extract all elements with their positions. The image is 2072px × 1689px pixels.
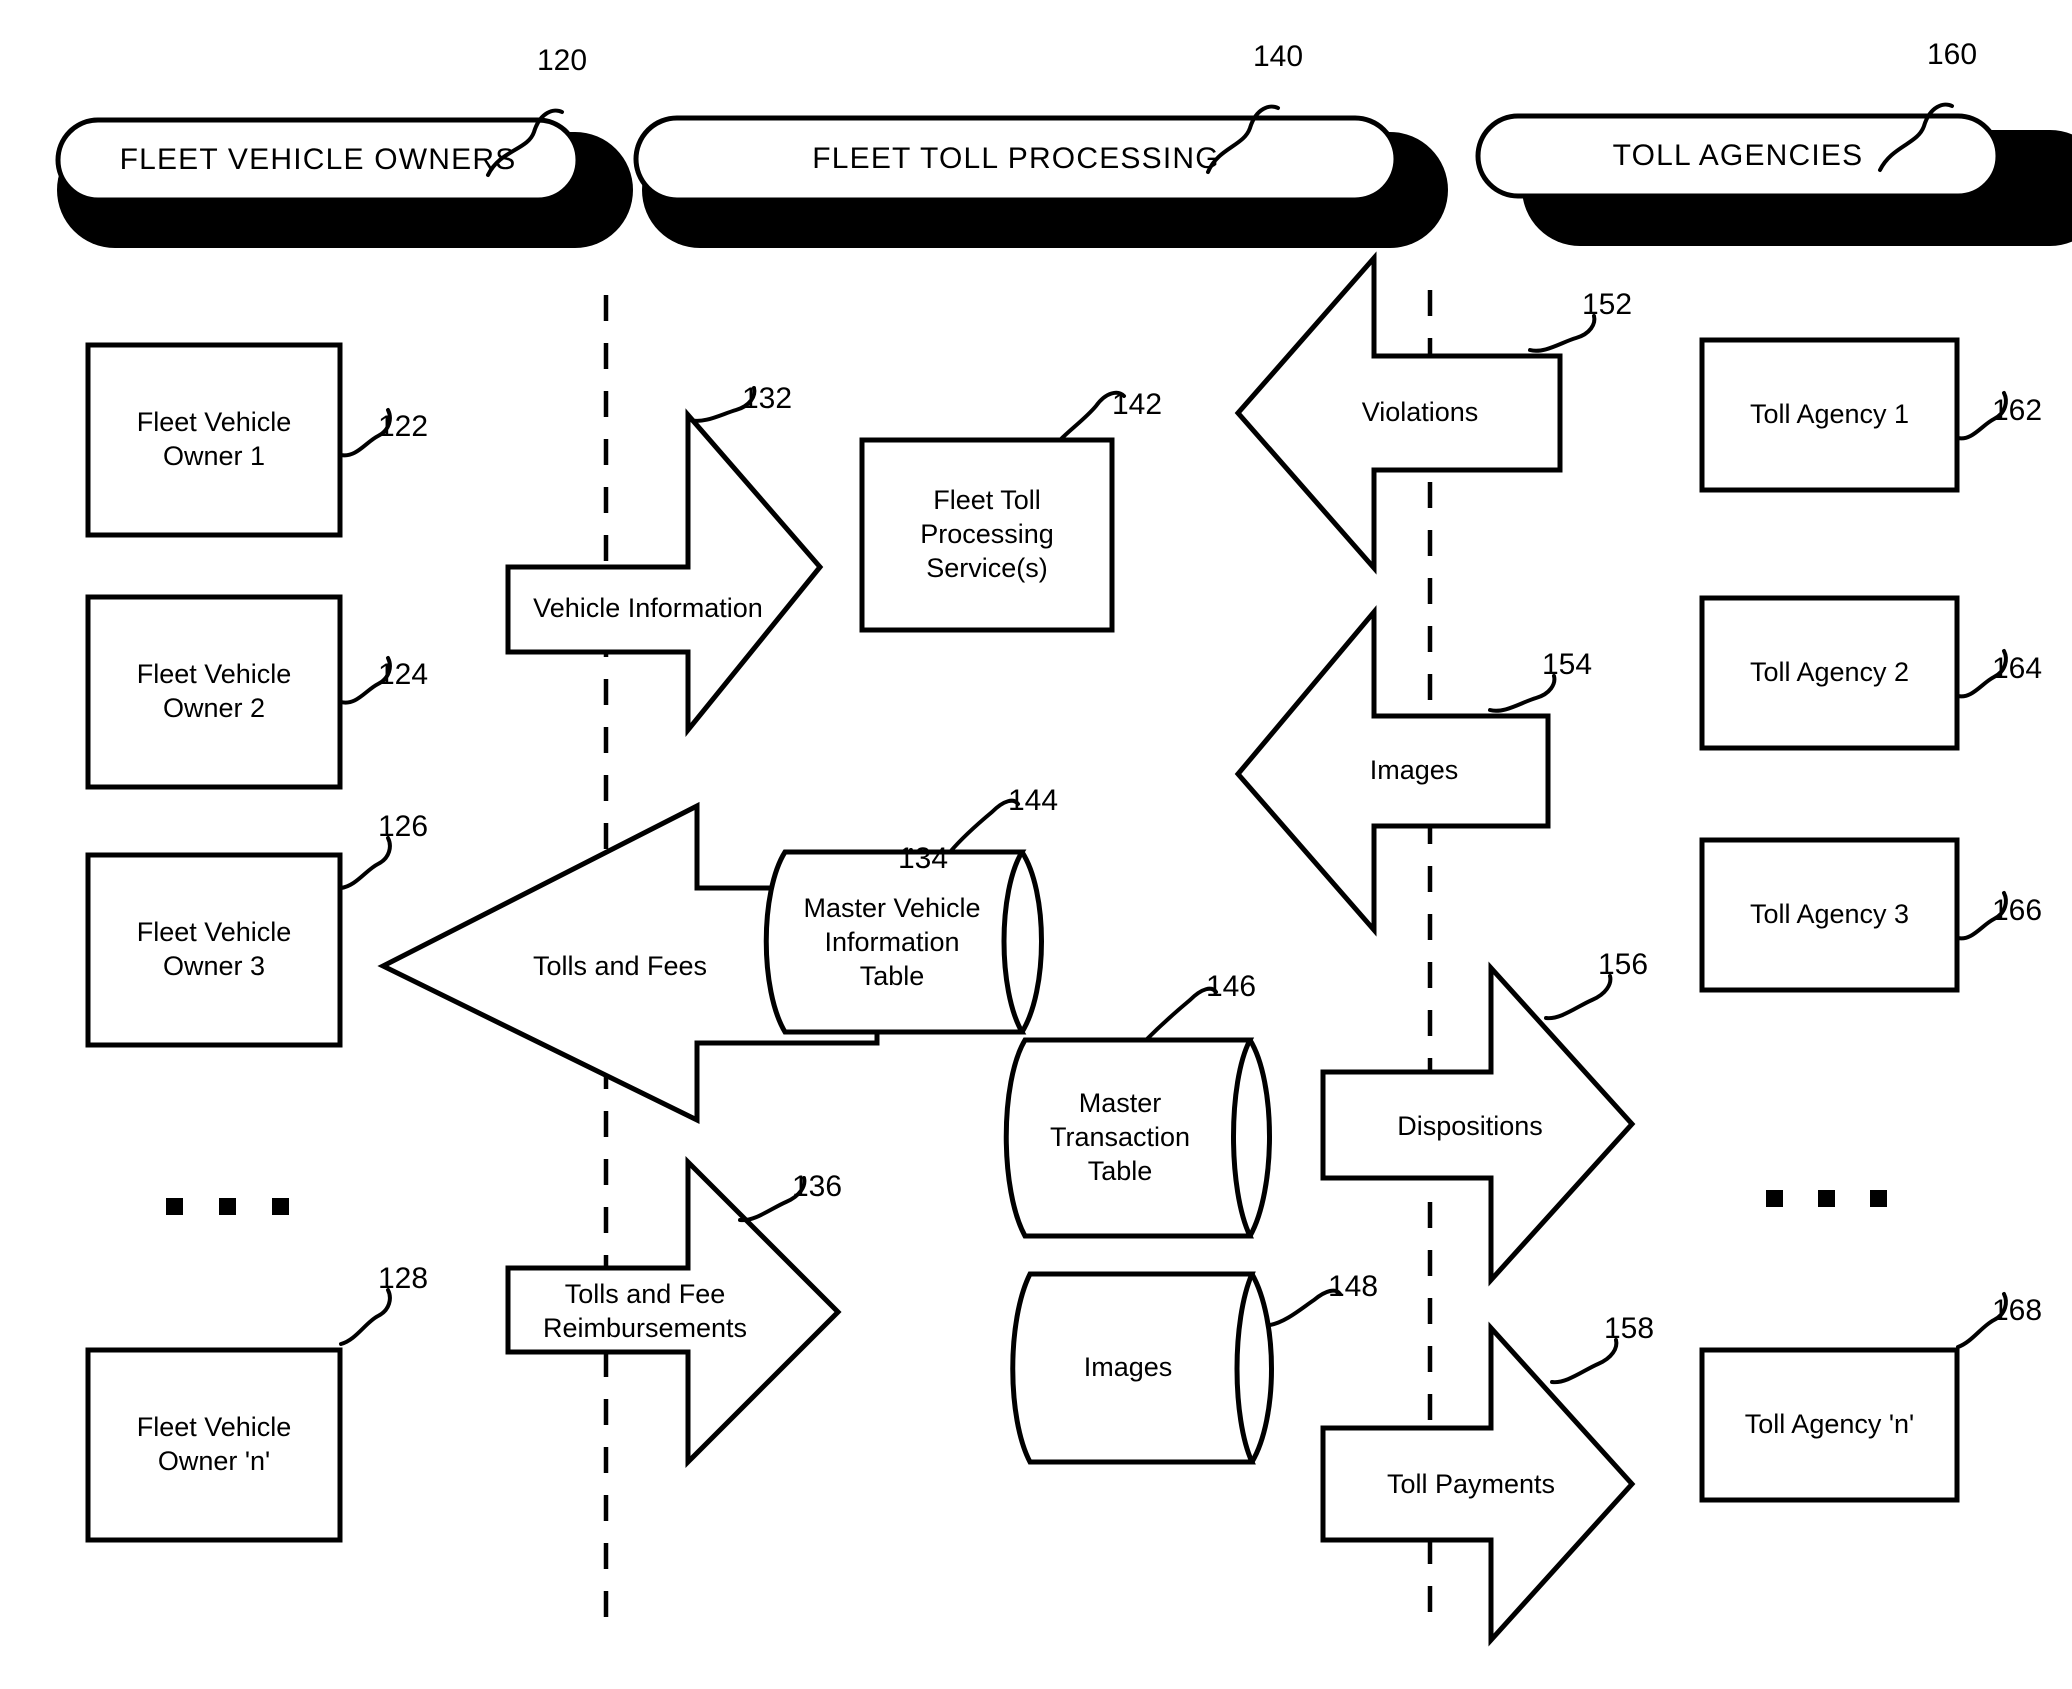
- diagram-vector-layer: [55, 102, 2072, 1647]
- arrow-toll-payments: [1320, 1321, 1636, 1647]
- owner-box-1: [85, 342, 343, 538]
- datastore-master-transaction: [1003, 1037, 1272, 1239]
- agency-box-n: [1699, 1347, 1960, 1503]
- agency-box-2: [1699, 595, 1960, 751]
- arrow-dispositions: [1320, 961, 1636, 1287]
- arrow-vehicle-information: [505, 408, 824, 738]
- swimlane-banner-fleet-toll-processing: [633, 115, 1448, 248]
- swimlane-banner-fleet-vehicle-owners: [55, 117, 633, 248]
- arrow-tolls-and-fee-reimbursements: [505, 1155, 842, 1469]
- processing-service-box: [859, 437, 1115, 633]
- agency-box-1: [1699, 337, 1960, 493]
- agency-box-3: [1699, 837, 1960, 993]
- arrow-violations: [1234, 251, 1563, 575]
- datastore-master-vehicle-info: [763, 849, 1044, 1035]
- patent-figure-canvas: FLEET VEHICLE OWNERS FLEET TOLL PROCESSI…: [0, 0, 2072, 1689]
- owner-box-2: [85, 594, 343, 790]
- owner-box-3: [85, 852, 343, 1048]
- owner-box-n: [85, 1347, 343, 1543]
- arrow-images: [1234, 605, 1551, 937]
- datastore-images: [1010, 1271, 1274, 1465]
- swimlane-banner-toll-agencies: [1475, 113, 2072, 246]
